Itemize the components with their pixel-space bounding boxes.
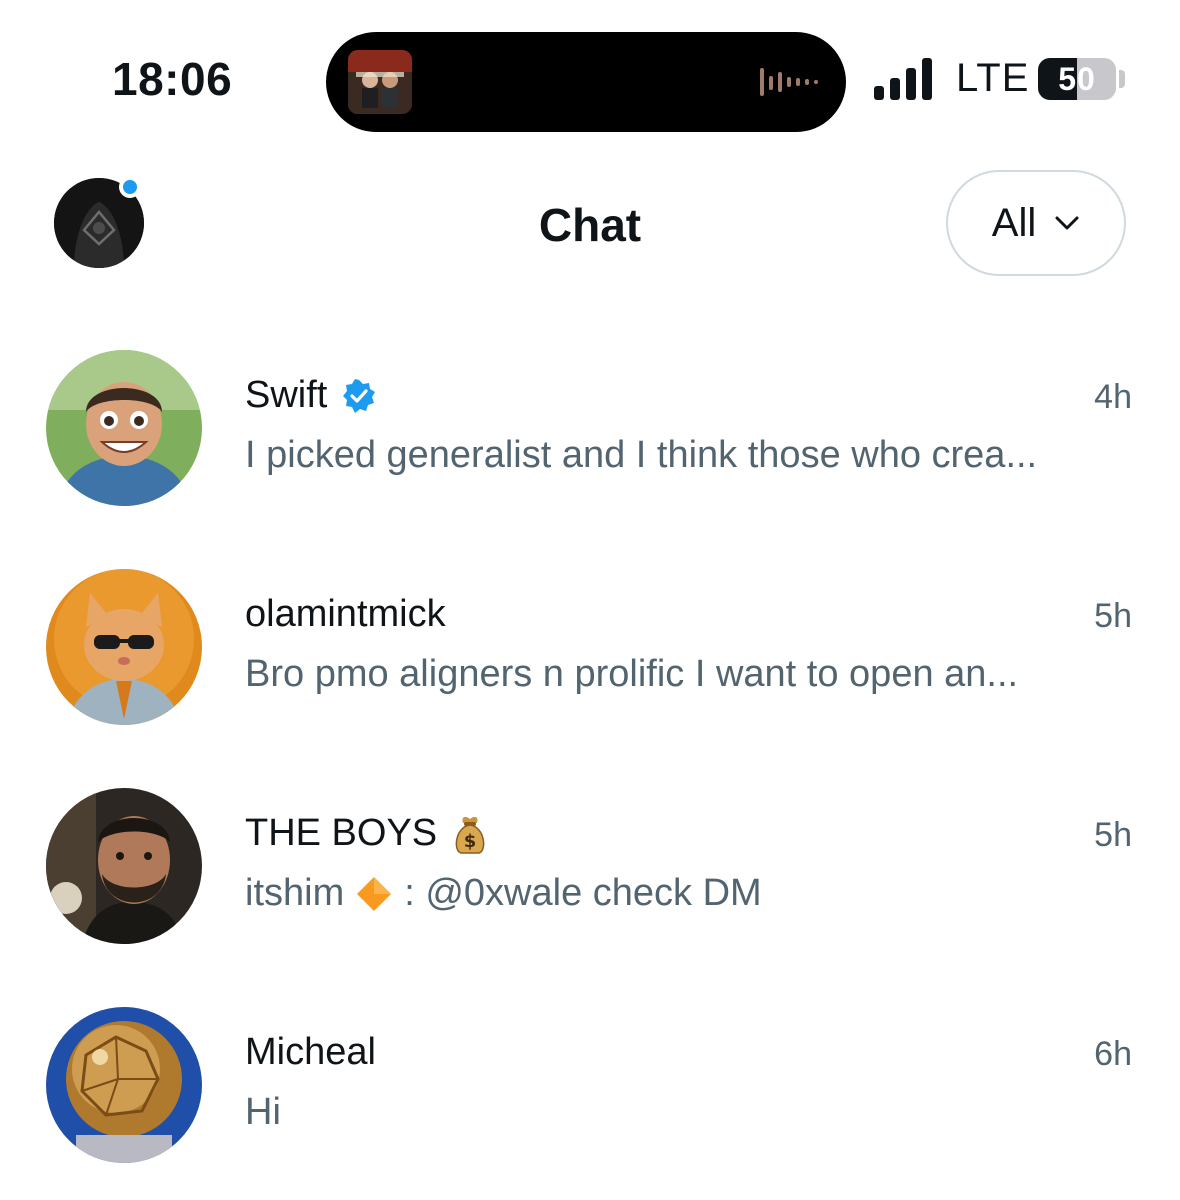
chat-name: Swift — [245, 374, 328, 416]
chat-name-row: THE BOYS $ — [245, 812, 489, 855]
notification-dot — [119, 176, 141, 198]
dynamic-island[interactable] — [326, 32, 846, 132]
battery-cap — [1119, 70, 1125, 88]
chat-preview: Bro pmo aligners n prolific I want to op… — [245, 653, 1018, 696]
chat-time: 6h — [1094, 1035, 1132, 1073]
chat-name-row: olamintmick — [245, 593, 446, 636]
battery-percent: 50 — [1058, 60, 1096, 97]
money-bag-icon: $ — [455, 816, 485, 854]
chat-preview-text: Bro pmo aligners n prolific I want to op… — [245, 653, 1019, 695]
chat-name: THE BOYS — [245, 812, 438, 854]
battery-icon: 50 — [1038, 58, 1116, 100]
cellular-signal-icon — [874, 58, 932, 100]
chat-preview-text: : @0xwale check DM — [404, 872, 762, 914]
svg-text:$: $ — [464, 831, 477, 852]
network-type: LTE — [956, 56, 1030, 100]
chat-name: Micheal — [245, 1031, 376, 1073]
chat-name-row: Swift — [245, 374, 377, 417]
chat-row[interactable]: Micheal 6h Hi — [0, 1007, 1180, 1200]
chat-preview: itshim : @0xwale check DM — [245, 872, 762, 915]
chat-preview-text: Hi — [245, 1091, 281, 1133]
chat-preview-text: I picked generalist and I think those wh… — [245, 434, 1038, 476]
chat-name: olamintmick — [245, 593, 446, 635]
chat-row[interactable]: Swift 4h I picked generalist and I think… — [0, 350, 1180, 570]
status-time: 18:06 — [112, 53, 233, 105]
chat-row[interactable]: THE BOYS $ 5h itshim : @0xwale check DM — [0, 788, 1180, 1008]
chat-name-row: Micheal — [245, 1031, 376, 1074]
avatar[interactable] — [46, 1007, 202, 1163]
audio-waveform-icon — [760, 68, 818, 96]
chat-row[interactable]: olamintmick 5h Bro pmo aligners n prolif… — [0, 569, 1180, 789]
verified-badge-icon — [343, 378, 376, 413]
chat-preview: Hi — [245, 1091, 281, 1134]
status-bar: 18:06 LTE 50 — [0, 0, 1180, 140]
orange-diamond-icon — [357, 876, 392, 911]
chat-preview-sender: itshim — [245, 872, 345, 914]
filter-label: All — [991, 200, 1037, 245]
avatar[interactable] — [46, 569, 202, 725]
chat-time: 4h — [1094, 378, 1132, 416]
chat-time: 5h — [1094, 816, 1132, 854]
avatar[interactable] — [46, 788, 202, 944]
now-playing-artwork[interactable] — [348, 50, 412, 114]
filter-dropdown[interactable]: All — [946, 170, 1126, 276]
chat-preview: I picked generalist and I think those wh… — [245, 434, 1037, 477]
avatar[interactable] — [46, 350, 202, 506]
chevron-down-icon — [1055, 216, 1079, 230]
chat-time: 5h — [1094, 597, 1132, 635]
